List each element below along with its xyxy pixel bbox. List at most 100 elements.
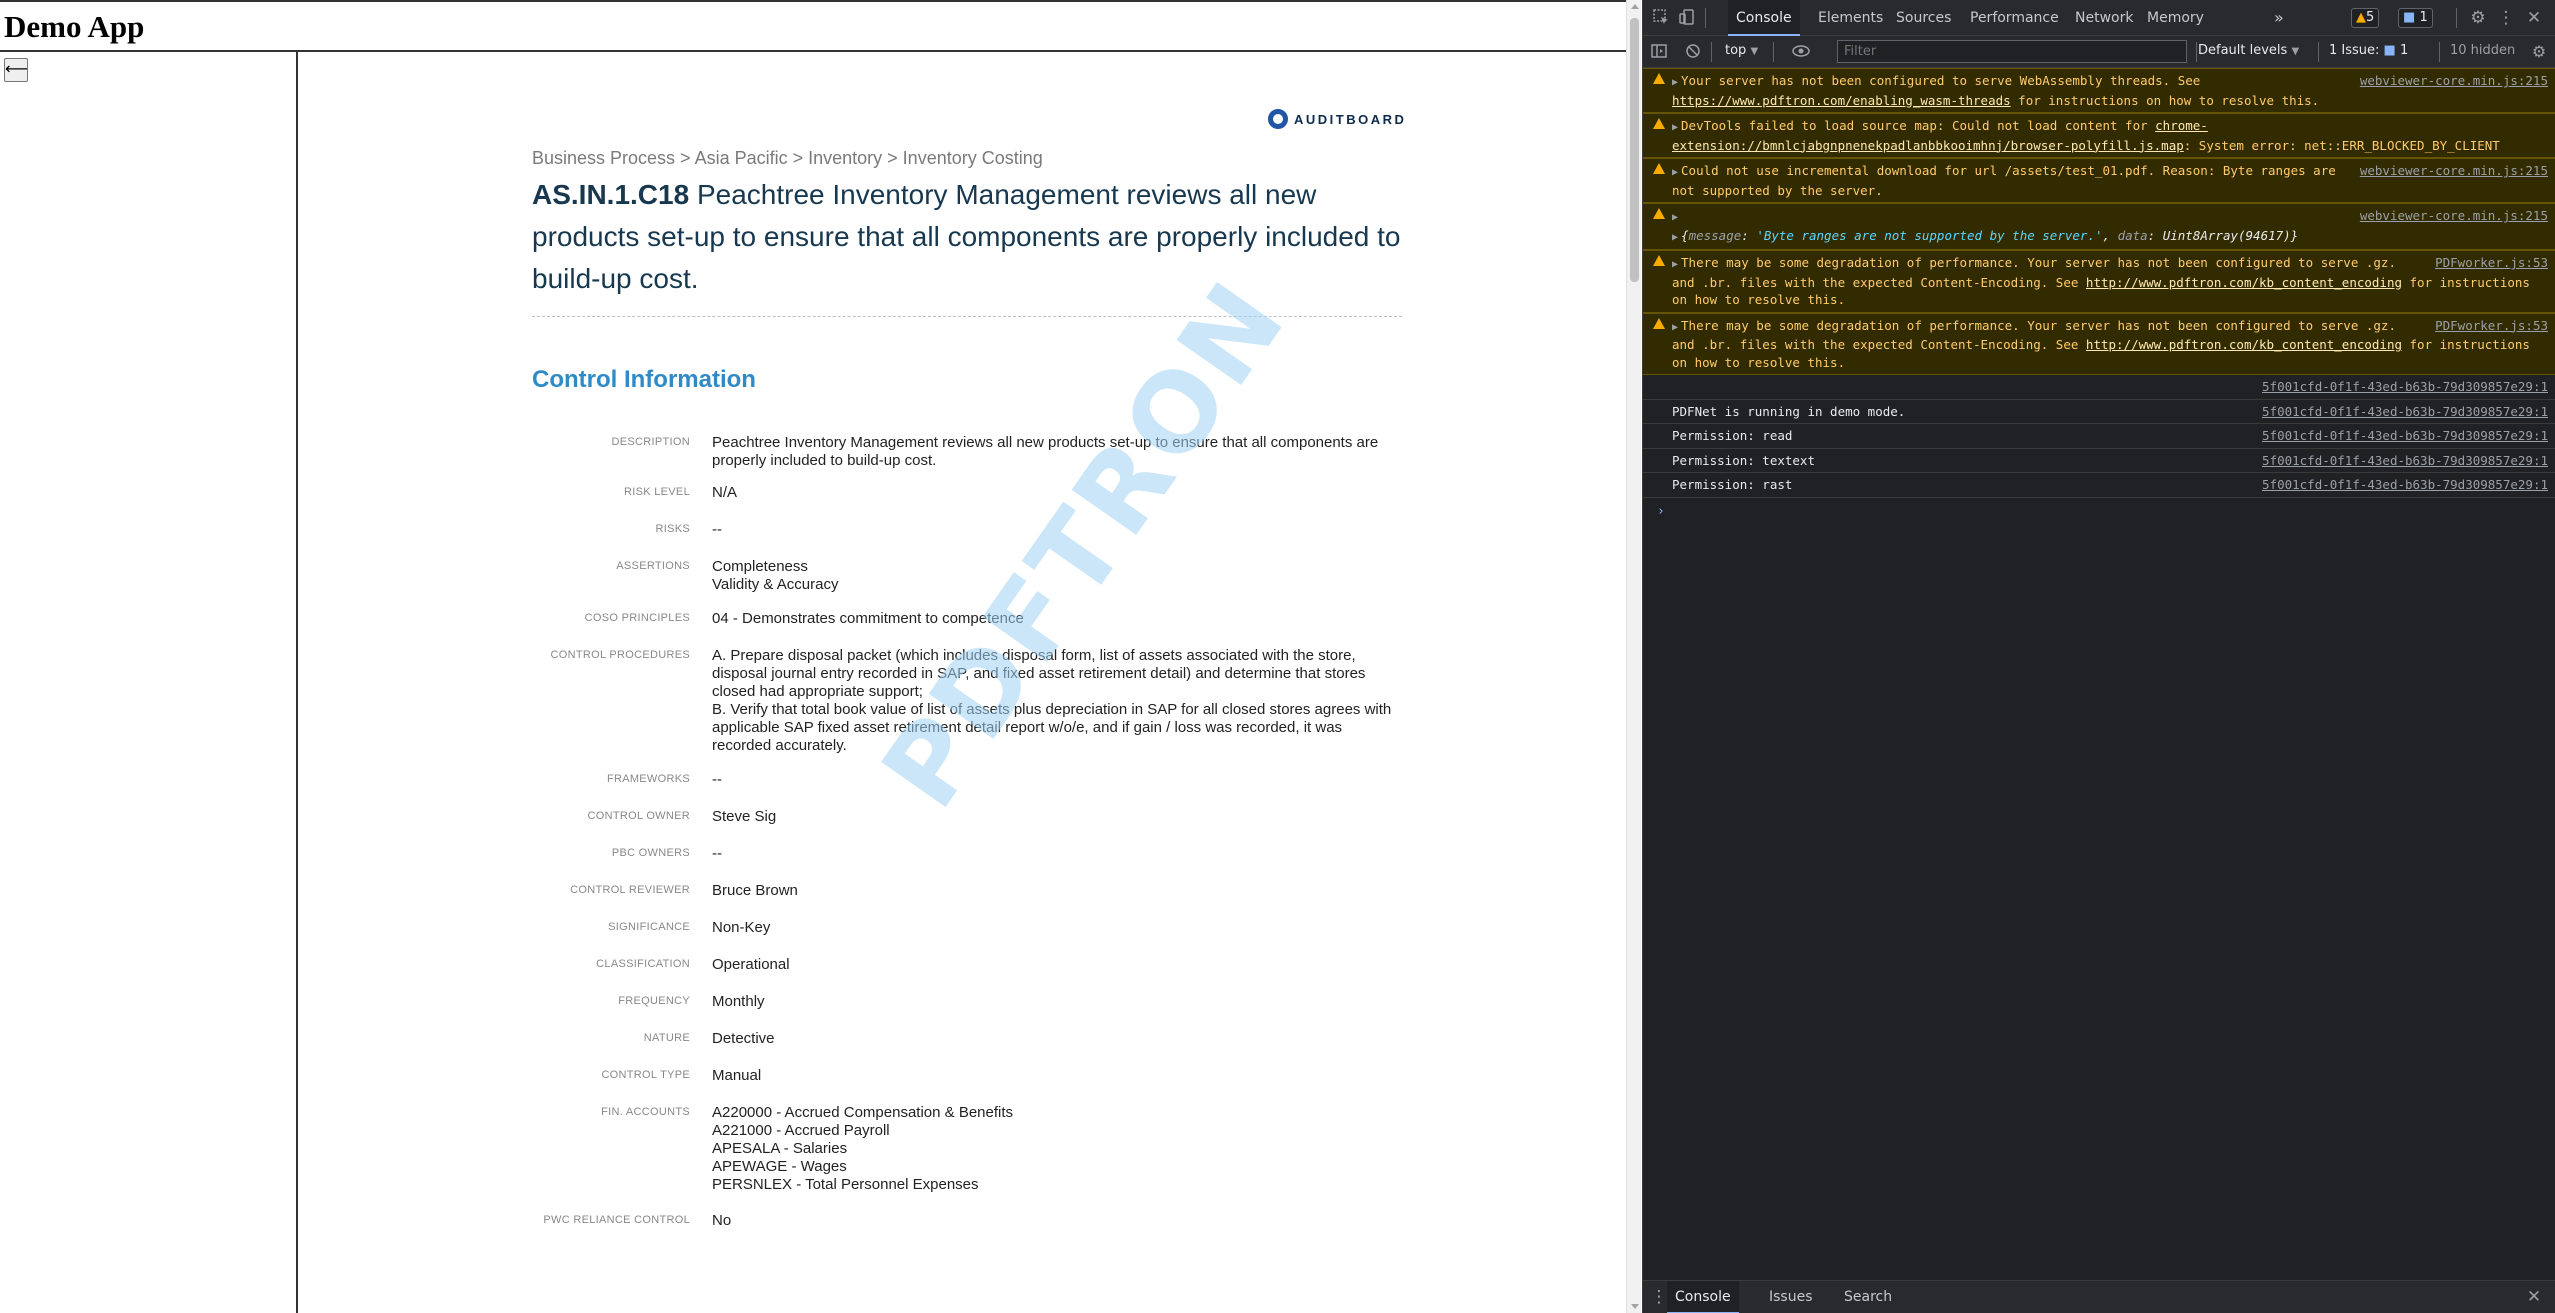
field-value: Non-Key (712, 919, 771, 936)
field-label: CLASSIFICATION (596, 958, 690, 970)
warning-icon (1653, 163, 1665, 174)
message-source-link[interactable]: 5f001cfd-0f1f-43ed-b63b-79d309857e29:1 (2262, 378, 2548, 396)
console-message[interactable]: PDFworker.js:53 ▶ There may be some degrad… (1643, 312, 2555, 375)
log-levels-dropdown[interactable]: Default levels ▼ (2198, 43, 2299, 58)
drawer-tab-search[interactable]: Search (1836, 1281, 1900, 1313)
field-value: -- (712, 771, 722, 788)
field-label: CONTROL REVIEWER (570, 884, 690, 896)
message-text: for instructions on how to resolve this. (2010, 92, 2320, 108)
message-link[interactable]: http://www.pdftron.com/kb_content_encodi… (2086, 337, 2402, 352)
warning-icon (1653, 118, 1665, 129)
expand-triangle-icon[interactable]: ▶ (1672, 167, 1678, 178)
message-source-link[interactable]: webviewer-core.min.js:215 (2360, 207, 2548, 225)
scrollbar-thumb[interactable] (1630, 18, 1639, 282)
message-link[interactable]: http://www.pdftron.com/kb_content_encodi… (2086, 275, 2402, 290)
expand-triangle-icon[interactable]: ▶ (1672, 322, 1678, 333)
console-message[interactable]: 5f001cfd-0f1f-43ed-b63b-79d309857e29:1 Pe… (1643, 449, 2555, 473)
tab-console[interactable]: Console (1728, 0, 1800, 36)
console-output[interactable]: webviewer-core.min.js:215 ▶ Your server ha… (1643, 68, 2555, 1278)
console-toolbar: top ▼ Default levels ▼ 1 Issue: ■ 1 10 h… (1643, 36, 2555, 68)
message-source-link[interactable]: webviewer-core.min.js:215 (2360, 72, 2548, 90)
field-value: Monthly (712, 993, 765, 1010)
console-message[interactable]: ▶ DevTools failed to load source map: Cou… (1643, 113, 2555, 158)
sidebar-toggle-icon[interactable] (1649, 42, 1669, 62)
message-link[interactable]: https://www.pdftron.com/enabling_wasm-th… (1672, 93, 2011, 108)
message-icon: ■ (2403, 10, 2416, 25)
message-source-link[interactable]: PDFworker.js:53 (2435, 317, 2548, 335)
message-object[interactable]: ▶ {message: 'Byte ranges are not supporte… (1672, 227, 2548, 247)
breadcrumb: Business Process > Asia Pacific > Invent… (532, 148, 1043, 168)
field-value: Completeness Validity & Accuracy (712, 558, 839, 593)
console-message[interactable]: 5f001cfd-0f1f-43ed-b63b-79d309857e29:1 Pe… (1643, 473, 2555, 498)
warning-icon: ▲ (2356, 10, 2366, 25)
tab-network[interactable]: Network (2067, 0, 2141, 36)
tab-elements[interactable]: Elements (1810, 0, 1891, 36)
console-message[interactable]: webviewer-core.min.js:215 ▶ Your server ha… (1643, 68, 2555, 113)
chevron-down-icon: ▼ (1750, 46, 1759, 57)
message-text: Permission: textext (1672, 452, 1815, 468)
field-value: -- (712, 845, 722, 862)
message-source-link[interactable]: 5f001cfd-0f1f-43ed-b63b-79d309857e29:1 (2262, 452, 2548, 470)
field-value: N/A (712, 484, 738, 501)
expand-triangle-icon[interactable]: ▶ (1672, 77, 1678, 88)
close-icon[interactable]: ✕ (2524, 1287, 2544, 1307)
scroll-up-icon[interactable] (1631, 4, 1639, 9)
warnings-badge[interactable]: ▲5 (2351, 8, 2380, 28)
field-label: RISKS (655, 523, 690, 535)
toolbar-divider (1711, 42, 1712, 62)
issues-button[interactable]: 1 Issue: ■ 1 (2329, 43, 2408, 58)
expand-triangle-icon[interactable]: ▶ (1672, 122, 1678, 133)
kebab-menu-icon[interactable]: ⋮ (2496, 8, 2516, 28)
tab-performance[interactable]: Performance (1962, 0, 2067, 36)
console-message[interactable]: 5f001cfd-0f1f-43ed-b63b-79d309857e29:1 Pe… (1643, 424, 2555, 449)
console-message[interactable]: webviewer-core.min.js:215 ▶ Could not use … (1643, 158, 2555, 203)
field-value: -- (712, 521, 722, 538)
console-filter-input[interactable] (1837, 40, 2187, 63)
toolbar-divider (2196, 42, 2197, 62)
expand-triangle-icon[interactable]: ▶ (1672, 259, 1678, 270)
field-label: FIN. ACCOUNTS (601, 1106, 690, 1118)
clear-console-icon[interactable] (1683, 42, 1703, 62)
gear-icon[interactable]: ⚙ (2468, 8, 2488, 28)
message-source-link[interactable]: 5f001cfd-0f1f-43ed-b63b-79d309857e29:1 (2262, 403, 2548, 421)
expand-triangle-icon[interactable]: ▶ (1672, 212, 1678, 223)
more-tabs-button[interactable]: » (2266, 0, 2292, 36)
console-message[interactable]: webviewer-core.min.js:215 ▶ ▶ {message: 'By… (1643, 203, 2555, 250)
console-message[interactable]: 5f001cfd-0f1f-43ed-b63b-79d309857e29:1 PD… (1643, 400, 2555, 424)
messages-badge[interactable]: ■ 1 (2398, 8, 2433, 28)
field-value: Steve Sig (712, 808, 777, 825)
field-label: PBC OWNERS (611, 847, 690, 859)
message-source-link[interactable]: PDFworker.js:53 (2435, 254, 2548, 272)
console-message[interactable]: 5f001cfd-0f1f-43ed-b63b-79d309857e29:1 (1643, 375, 2555, 400)
message-source-link[interactable]: 5f001cfd-0f1f-43ed-b63b-79d309857e29:1 (2262, 427, 2548, 445)
device-toolbar-icon[interactable] (1677, 8, 1697, 28)
inspect-element-icon[interactable] (1651, 8, 1671, 28)
console-prompt[interactable]: › (1643, 498, 2555, 519)
message-source-link[interactable]: 5f001cfd-0f1f-43ed-b63b-79d309857e29:1 (2262, 476, 2548, 494)
field-value: A. Prepare disposal packet (which includ… (712, 647, 1392, 754)
message-source-link[interactable]: webviewer-core.min.js:215 (2360, 162, 2548, 180)
scroll-down-icon[interactable] (1631, 1304, 1639, 1309)
live-expression-icon[interactable] (1791, 42, 1811, 62)
devtools-tabbar: Console Elements Sources Performance Network… (1643, 0, 2555, 36)
close-icon[interactable]: ✕ (2524, 8, 2544, 28)
message-icon: ■ (2383, 43, 2396, 58)
hidden-count: 10 hidden (2450, 43, 2516, 58)
field-label: NATURE (643, 1032, 690, 1044)
drawer-tab-console[interactable]: Console (1667, 1281, 1739, 1313)
field-value: 04 - Demonstrates commitment to competen… (712, 610, 1024, 627)
tab-sources[interactable]: Sources (1888, 0, 1959, 36)
kebab-menu-icon[interactable]: ⋮ (1649, 1287, 1669, 1307)
brand-name: AUDITBOARD (1294, 111, 1407, 127)
console-message[interactable]: PDFworker.js:53 ▶ There may be some degrad… (1643, 250, 2555, 313)
back-button[interactable]: ⟵ (4, 58, 28, 82)
drawer-tab-issues[interactable]: Issues (1761, 1281, 1821, 1313)
document-viewer[interactable]: AUDITBOARD Business Process > Asia Pacif… (300, 52, 1626, 1313)
demo-app: Demo App ⟵ AUDITBOARD Business Process >… (0, 0, 1626, 1313)
viewer-scrollbar[interactable] (1626, 0, 1641, 1313)
tab-memory[interactable]: Memory (2139, 0, 2212, 36)
field-value: Operational (712, 956, 790, 973)
context-selector[interactable]: top ▼ (1725, 43, 1758, 58)
gear-icon[interactable]: ⚙ (2529, 42, 2549, 62)
field-value: Detective (712, 1030, 775, 1047)
